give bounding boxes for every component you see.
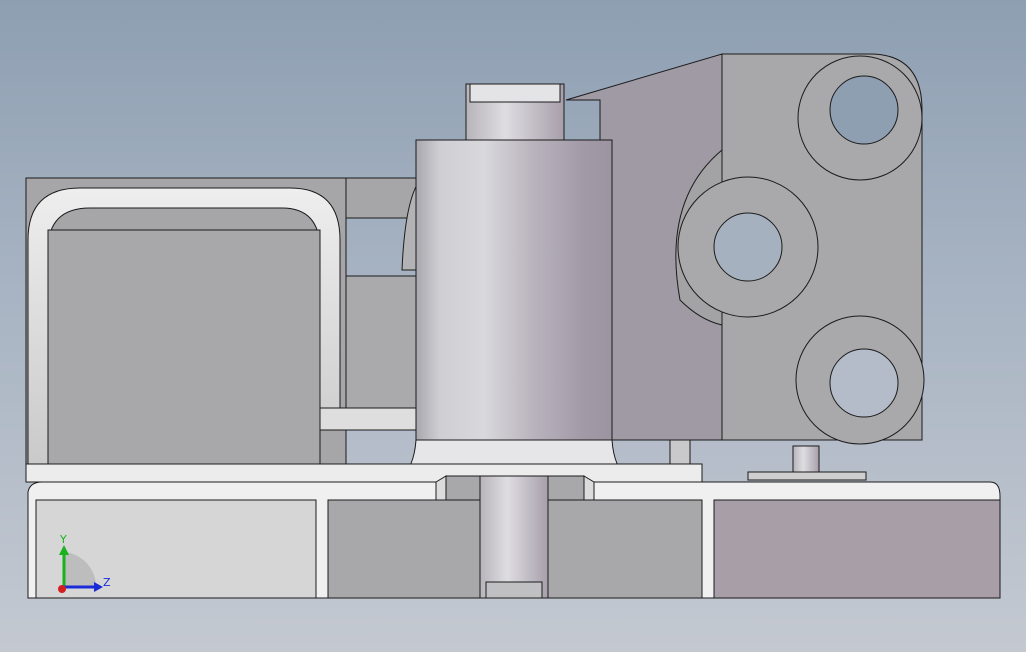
top-pin[interactable] <box>465 83 565 143</box>
y-axis-label: Y <box>60 533 67 546</box>
main-cylinder[interactable] <box>398 139 630 479</box>
cad-viewport[interactable]: Y Z <box>0 0 1026 652</box>
z-axis-label: Z <box>103 576 111 589</box>
origin-dot <box>58 585 66 593</box>
small-pin[interactable] <box>747 445 867 481</box>
center-shaft[interactable] <box>479 475 549 599</box>
upper-hole <box>829 75 899 145</box>
lower-hole <box>829 348 899 418</box>
model-view[interactable] <box>0 0 1026 652</box>
middle-hole <box>713 212 783 282</box>
left-rail[interactable] <box>27 187 341 479</box>
